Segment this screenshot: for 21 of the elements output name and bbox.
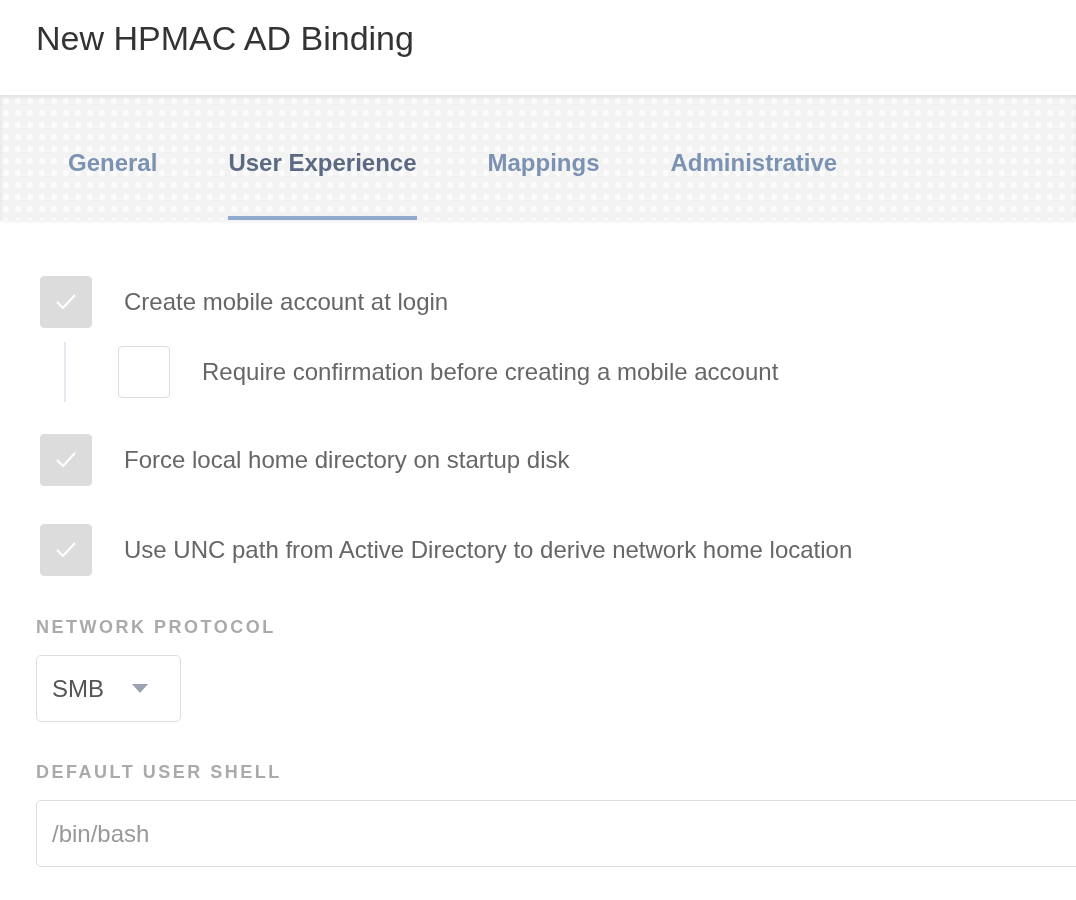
tab[interactable]: General	[68, 148, 158, 220]
checkbox[interactable]	[40, 434, 92, 486]
tab[interactable]: Administrative	[670, 148, 838, 220]
checkbox-label: Use UNC path from Active Directory to derive network home location	[124, 535, 853, 565]
checkbox-label: Force local home directory on startup disk	[124, 445, 570, 475]
protocol-dropdown[interactable]: SMB	[36, 655, 181, 722]
tab[interactable]: User Experience	[228, 148, 417, 220]
page-title: New HPMAC AD Binding	[36, 18, 415, 59]
checkmark-icon	[55, 293, 77, 311]
checkmark-icon	[55, 451, 77, 469]
checkbox[interactable]	[40, 276, 92, 328]
field-label: DEFAULT USER SHELL	[36, 761, 283, 784]
tab[interactable]: Mappings	[487, 148, 600, 220]
checkbox-label: Require confirmation before creating a mobile account	[202, 357, 779, 387]
checkbox[interactable]	[40, 524, 92, 576]
checkbox[interactable]	[118, 346, 170, 398]
shell-input[interactable]: /bin/bash	[36, 800, 1076, 867]
field-label: NETWORK PROTOCOL	[36, 616, 277, 639]
checkbox-label: Create mobile account at login	[124, 287, 449, 317]
checkmark-icon	[55, 541, 77, 559]
caret-icon	[132, 683, 148, 694]
